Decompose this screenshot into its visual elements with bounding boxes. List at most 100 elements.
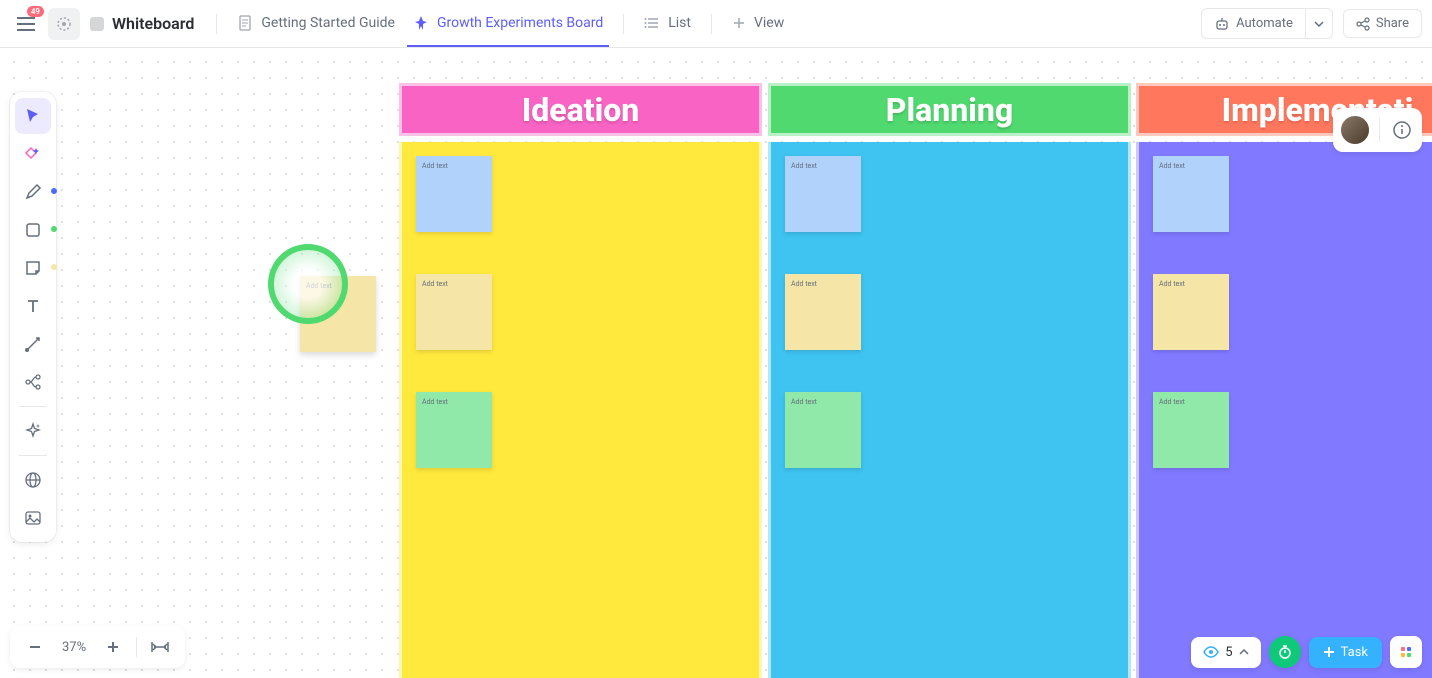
workspace-title[interactable]: Whiteboard (90, 14, 194, 33)
divider (136, 637, 137, 657)
doc-icon (237, 15, 253, 31)
sticky-note[interactable]: Add text (1153, 274, 1229, 350)
sticky-note[interactable]: Add text (1153, 156, 1229, 232)
timer-button[interactable] (1269, 636, 1301, 668)
tool-image[interactable] (15, 500, 51, 536)
cursor-icon (24, 107, 42, 125)
info-icon (1392, 120, 1412, 140)
zoom-level[interactable]: 37% (54, 640, 94, 655)
column-title: Ideation (522, 91, 640, 129)
tool-select[interactable] (15, 98, 51, 134)
note-text: Add text (791, 280, 817, 288)
column-ideation[interactable]: Ideation Add text Add text Add text (399, 83, 762, 678)
color-indicator (51, 226, 57, 232)
task-label: Task (1341, 645, 1368, 660)
sticky-note[interactable]: Add text (785, 392, 861, 468)
sticky-note[interactable]: Add text (1153, 392, 1229, 468)
zoom-out-button[interactable] (20, 632, 50, 662)
column-planning[interactable]: Planning Add text Add text Add text (768, 83, 1131, 678)
collaborators-panel (1333, 108, 1422, 152)
column-body[interactable]: Add text Add text Add text (1136, 142, 1432, 678)
grid-icon (1401, 647, 1411, 657)
automate-label: Automate (1236, 16, 1293, 31)
zoom-controls: 37% (10, 626, 185, 668)
divider (216, 14, 217, 34)
tool-pen[interactable] (15, 174, 51, 210)
square-icon (25, 222, 41, 238)
apps-button[interactable] (1390, 636, 1422, 668)
sparkle-shapes-icon (24, 145, 42, 163)
sticky-note[interactable]: Add text (416, 392, 492, 468)
tab-label: List (668, 15, 691, 31)
avatar[interactable] (1339, 114, 1371, 146)
tool-ai-shapes[interactable] (15, 136, 51, 172)
hamburger-icon (17, 17, 35, 31)
column-body[interactable]: Add text Add text Add text (768, 142, 1131, 678)
notification-badge: 49 (27, 6, 44, 17)
share-icon (1356, 17, 1370, 31)
stopwatch-icon (1277, 644, 1293, 660)
note-text: Add text (1159, 162, 1185, 170)
create-task-button[interactable]: Task (1309, 637, 1382, 668)
viewers-button[interactable]: 5 (1191, 637, 1260, 668)
plus-icon (732, 16, 746, 30)
text-icon (25, 298, 41, 314)
tool-sticky[interactable] (15, 250, 51, 286)
sticky-note[interactable]: Add text (416, 156, 492, 232)
target-icon (55, 15, 73, 33)
column-header[interactable]: Planning (768, 83, 1131, 136)
note-text: Add text (422, 162, 448, 170)
list-icon (644, 15, 660, 31)
sticky-note[interactable]: Add text (416, 274, 492, 350)
pin-icon (413, 15, 429, 31)
column-implementation[interactable]: Implementati Add text Add text Add text (1136, 83, 1432, 678)
fit-icon (151, 640, 169, 654)
tool-web[interactable] (15, 462, 51, 498)
chevron-down-icon (1314, 21, 1324, 27)
menu-button[interactable]: 49 (10, 8, 42, 40)
add-view-button[interactable]: View (726, 1, 790, 47)
sticky-note[interactable]: Add text (785, 274, 861, 350)
note-text: Add text (1159, 398, 1185, 406)
header-bar: 49 Whiteboard Getting Started Guide Grow… (0, 0, 1432, 48)
sticky-note[interactable]: Add text (785, 156, 861, 232)
zoom-in-button[interactable] (98, 632, 128, 662)
share-label: Share (1376, 16, 1409, 31)
column-header[interactable]: Ideation (399, 83, 762, 136)
automate-button[interactable]: Automate (1201, 8, 1306, 39)
fit-button[interactable] (145, 632, 175, 662)
tab-list[interactable]: List (638, 1, 697, 47)
left-toolbar (10, 92, 56, 542)
tool-connector[interactable] (15, 326, 51, 362)
automate-dropdown[interactable] (1306, 8, 1333, 39)
tab-getting-started[interactable]: Getting Started Guide (231, 1, 401, 47)
mindmap-icon (24, 373, 42, 391)
pen-icon (24, 183, 42, 201)
nav-target-button[interactable] (48, 8, 80, 40)
tool-ai[interactable] (15, 413, 51, 449)
header-right: Automate Share (1201, 8, 1422, 39)
workspace-color-swatch (90, 17, 104, 31)
info-button[interactable] (1388, 116, 1416, 144)
tab-label: Growth Experiments Board (437, 15, 603, 31)
divider (711, 14, 712, 34)
column-body[interactable]: Add text Add text Add text (399, 142, 762, 678)
sticky-note-loose[interactable]: Add text (300, 276, 376, 352)
color-indicator (51, 264, 57, 270)
minus-icon (28, 640, 42, 654)
connector-icon (24, 335, 42, 353)
share-button[interactable]: Share (1343, 9, 1422, 38)
workspace-name: Whiteboard (112, 14, 194, 33)
tab-growth-board[interactable]: Growth Experiments Board (407, 1, 609, 47)
note-text: Add text (791, 162, 817, 170)
whiteboard-canvas[interactable]: Ideation Add text Add text Add text Plan… (0, 48, 1432, 678)
divider (1379, 118, 1380, 142)
automate-group: Automate (1201, 8, 1333, 39)
note-text: Add text (791, 398, 817, 406)
robot-icon (1214, 16, 1230, 32)
note-text: Add text (422, 398, 448, 406)
tool-mindmap[interactable] (15, 364, 51, 400)
tool-shape[interactable] (15, 212, 51, 248)
tool-text[interactable] (15, 288, 51, 324)
divider (623, 14, 624, 34)
